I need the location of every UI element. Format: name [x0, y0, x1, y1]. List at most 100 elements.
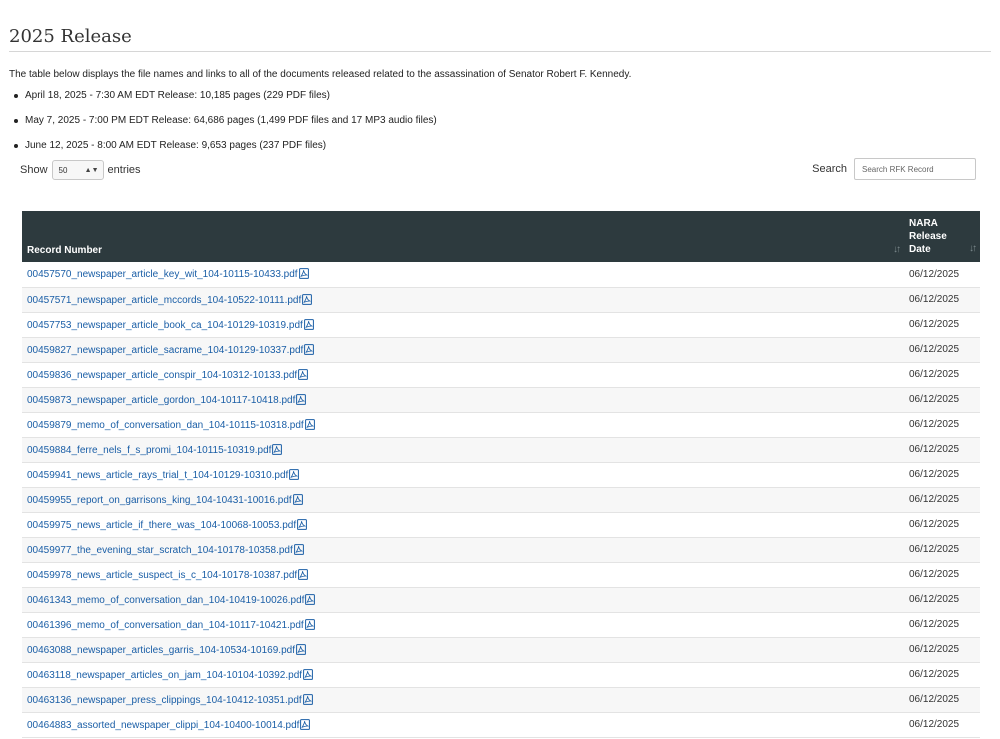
- pdf-file-icon: [299, 718, 311, 731]
- record-link[interactable]: 00459879_memo_of_conversation_dan_104-10…: [22, 412, 904, 437]
- table-row: 00459975_news_article_if_there_was_104-1…: [22, 512, 980, 537]
- record-link[interactable]: 00459836_newspaper_article_conspir_104-1…: [22, 362, 904, 387]
- release-date: 06/12/2025: [909, 544, 960, 555]
- column-header-record-number[interactable]: Record Number ↓↑: [22, 211, 904, 262]
- pdf-file-icon: [302, 693, 313, 706]
- table-row: 00464883_assorted_newspaper_clippi_104-1…: [22, 712, 980, 737]
- table-row: 00459836_newspaper_article_conspir_104-1…: [22, 362, 980, 387]
- pdf-file-icon: [303, 343, 315, 356]
- table-row: 00459978_news_article_suspect_is_c_104-1…: [22, 562, 980, 587]
- table-row: 00459955_report_on_garrisons_king_104-10…: [22, 487, 980, 512]
- release-list: April 18, 2025 - 7:30 AM EDT Release: 10…: [13, 90, 991, 165]
- release-date: 06/12/2025: [909, 569, 960, 580]
- pdf-file-icon: [295, 643, 306, 656]
- table-row: 00457570_newspaper_article_key_wit_104-1…: [22, 262, 980, 287]
- release-date: 06/12/2025: [909, 294, 960, 305]
- record-link[interactable]: 00459827_newspaper_article_sacrame_104-1…: [22, 337, 904, 362]
- table-row: 00459884_ferre_nels_f_s_promi_104-10115-…: [22, 437, 980, 462]
- record-link[interactable]: 00457571_newspaper_article_mccords_104-1…: [22, 287, 904, 312]
- release-date: 06/12/2025: [909, 694, 960, 705]
- record-link[interactable]: 00459978_news_article_suspect_is_c_104-1…: [22, 562, 904, 587]
- table-row: 00457571_newspaper_article_mccords_104-1…: [22, 287, 980, 312]
- record-link[interactable]: 00459884_ferre_nels_f_s_promi_104-10115-…: [22, 437, 904, 462]
- release-date: 06/12/2025: [909, 444, 960, 455]
- record-link[interactable]: 00461396_memo_of_conversation_dan_104-10…: [22, 612, 904, 637]
- table-header-row: Record Number ↓↑ NARA Release Date ↓↑: [22, 211, 980, 262]
- entries-select[interactable]: 50 ▲▼: [51, 160, 104, 180]
- release-date: 06/12/2025: [909, 394, 960, 405]
- page: 2025 Release The table below displays th…: [0, 0, 1000, 739]
- record-link[interactable]: 00457753_newspaper_article_book_ca_104-1…: [22, 312, 904, 337]
- pdf-file-icon: [301, 293, 313, 306]
- bullet-icon: [14, 144, 18, 148]
- release-date: 06/12/2025: [909, 268, 960, 280]
- record-link[interactable]: 00461343_memo_of_conversation_dan_104-10…: [22, 587, 904, 612]
- table-row: 00459977_the_evening_star_scratch_104-10…: [22, 537, 980, 562]
- table-row: 00461343_memo_of_conversation_dan_104-10…: [22, 587, 980, 612]
- pdf-file-icon: [296, 518, 308, 531]
- pdf-file-icon: [297, 568, 309, 581]
- release-item: May 7, 2025 - 7:00 PM EDT Release: 64,68…: [13, 115, 991, 140]
- record-link[interactable]: 00463118_newspaper_articles_on_jam_104-1…: [22, 662, 904, 687]
- pdf-file-icon: [304, 618, 315, 631]
- pdf-file-icon: [297, 368, 309, 381]
- release-date: 06/12/2025: [909, 594, 960, 605]
- pdf-file-icon: [288, 468, 300, 481]
- release-date: 06/12/2025: [909, 344, 960, 355]
- entries-label: entries: [107, 164, 141, 176]
- release-date: 06/12/2025: [909, 419, 960, 430]
- record-link[interactable]: 00459941_news_article_rays_trial_t_104-1…: [22, 462, 904, 487]
- records-table: Record Number ↓↑ NARA Release Date ↓↑ 00…: [22, 211, 980, 738]
- sort-icon: ↓↑: [893, 244, 901, 255]
- release-date: 06/12/2025: [909, 644, 960, 655]
- table-row: 00463136_newspaper_press_clippings_104-1…: [22, 687, 980, 712]
- release-date: 06/12/2025: [909, 494, 960, 505]
- release-date: 06/12/2025: [909, 519, 960, 530]
- table-controls: Show 50 ▲▼ entries Search: [9, 158, 991, 200]
- table-row: 00457753_newspaper_article_book_ca_104-1…: [22, 312, 980, 337]
- record-link[interactable]: 00459873_newspaper_article_gordon_104-10…: [22, 387, 904, 412]
- release-date: 06/12/2025: [909, 719, 960, 730]
- intro-text: The table below displays the file names …: [9, 69, 632, 80]
- bullet-icon: [14, 119, 18, 123]
- release-date: 06/12/2025: [909, 369, 960, 380]
- pdf-file-icon: [271, 443, 283, 456]
- table-row: 00461396_memo_of_conversation_dan_104-10…: [22, 612, 980, 637]
- entries-select-value: 50: [58, 165, 68, 175]
- table-row: 00463118_newspaper_articles_on_jam_104-1…: [22, 662, 980, 687]
- release-date: 06/12/2025: [909, 319, 960, 330]
- record-link[interactable]: 00459975_news_article_if_there_was_104-1…: [22, 512, 904, 537]
- chevron-updown-icon: ▲▼: [84, 166, 99, 174]
- pdf-file-icon: [304, 593, 316, 606]
- pdf-file-icon: [293, 543, 304, 556]
- page-title: 2025 Release: [9, 0, 991, 52]
- release-date: 06/12/2025: [909, 669, 960, 680]
- bullet-icon: [14, 94, 18, 98]
- record-link[interactable]: 00463088_newspaper_articles_garris_104-1…: [22, 637, 904, 662]
- table-row: 00459879_memo_of_conversation_dan_104-10…: [22, 412, 980, 437]
- table-row: 00459941_news_article_rays_trial_t_104-1…: [22, 462, 980, 487]
- record-link[interactable]: 00457570_newspaper_article_key_wit_104-1…: [22, 262, 904, 287]
- column-header-release-date[interactable]: NARA Release Date ↓↑: [904, 211, 980, 262]
- search-label: Search: [812, 163, 847, 175]
- pdf-file-icon: [302, 668, 313, 681]
- pdf-file-icon: [292, 493, 303, 506]
- pdf-file-icon: [304, 418, 315, 431]
- release-date: 06/12/2025: [909, 469, 960, 480]
- release-item: April 18, 2025 - 7:30 AM EDT Release: 10…: [13, 90, 991, 115]
- search-input[interactable]: [854, 158, 976, 180]
- search-control: Search: [812, 158, 976, 180]
- table-row: 00463088_newspaper_articles_garris_104-1…: [22, 637, 980, 662]
- record-link[interactable]: 00459977_the_evening_star_scratch_104-10…: [22, 537, 904, 562]
- record-link[interactable]: 00459955_report_on_garrisons_king_104-10…: [22, 487, 904, 512]
- record-link[interactable]: 00463136_newspaper_press_clippings_104-1…: [22, 687, 904, 712]
- record-link[interactable]: 00464883_assorted_newspaper_clippi_104-1…: [22, 712, 904, 737]
- entries-control: Show 50 ▲▼ entries: [20, 160, 141, 180]
- table-row: 00459827_newspaper_article_sacrame_104-1…: [22, 337, 980, 362]
- table-body: 00457570_newspaper_article_key_wit_104-1…: [22, 262, 980, 737]
- pdf-file-icon: [298, 268, 309, 280]
- show-label: Show: [20, 164, 48, 176]
- pdf-file-icon: [295, 393, 307, 406]
- release-date: 06/12/2025: [909, 619, 960, 630]
- table-row: 00459873_newspaper_article_gordon_104-10…: [22, 387, 980, 412]
